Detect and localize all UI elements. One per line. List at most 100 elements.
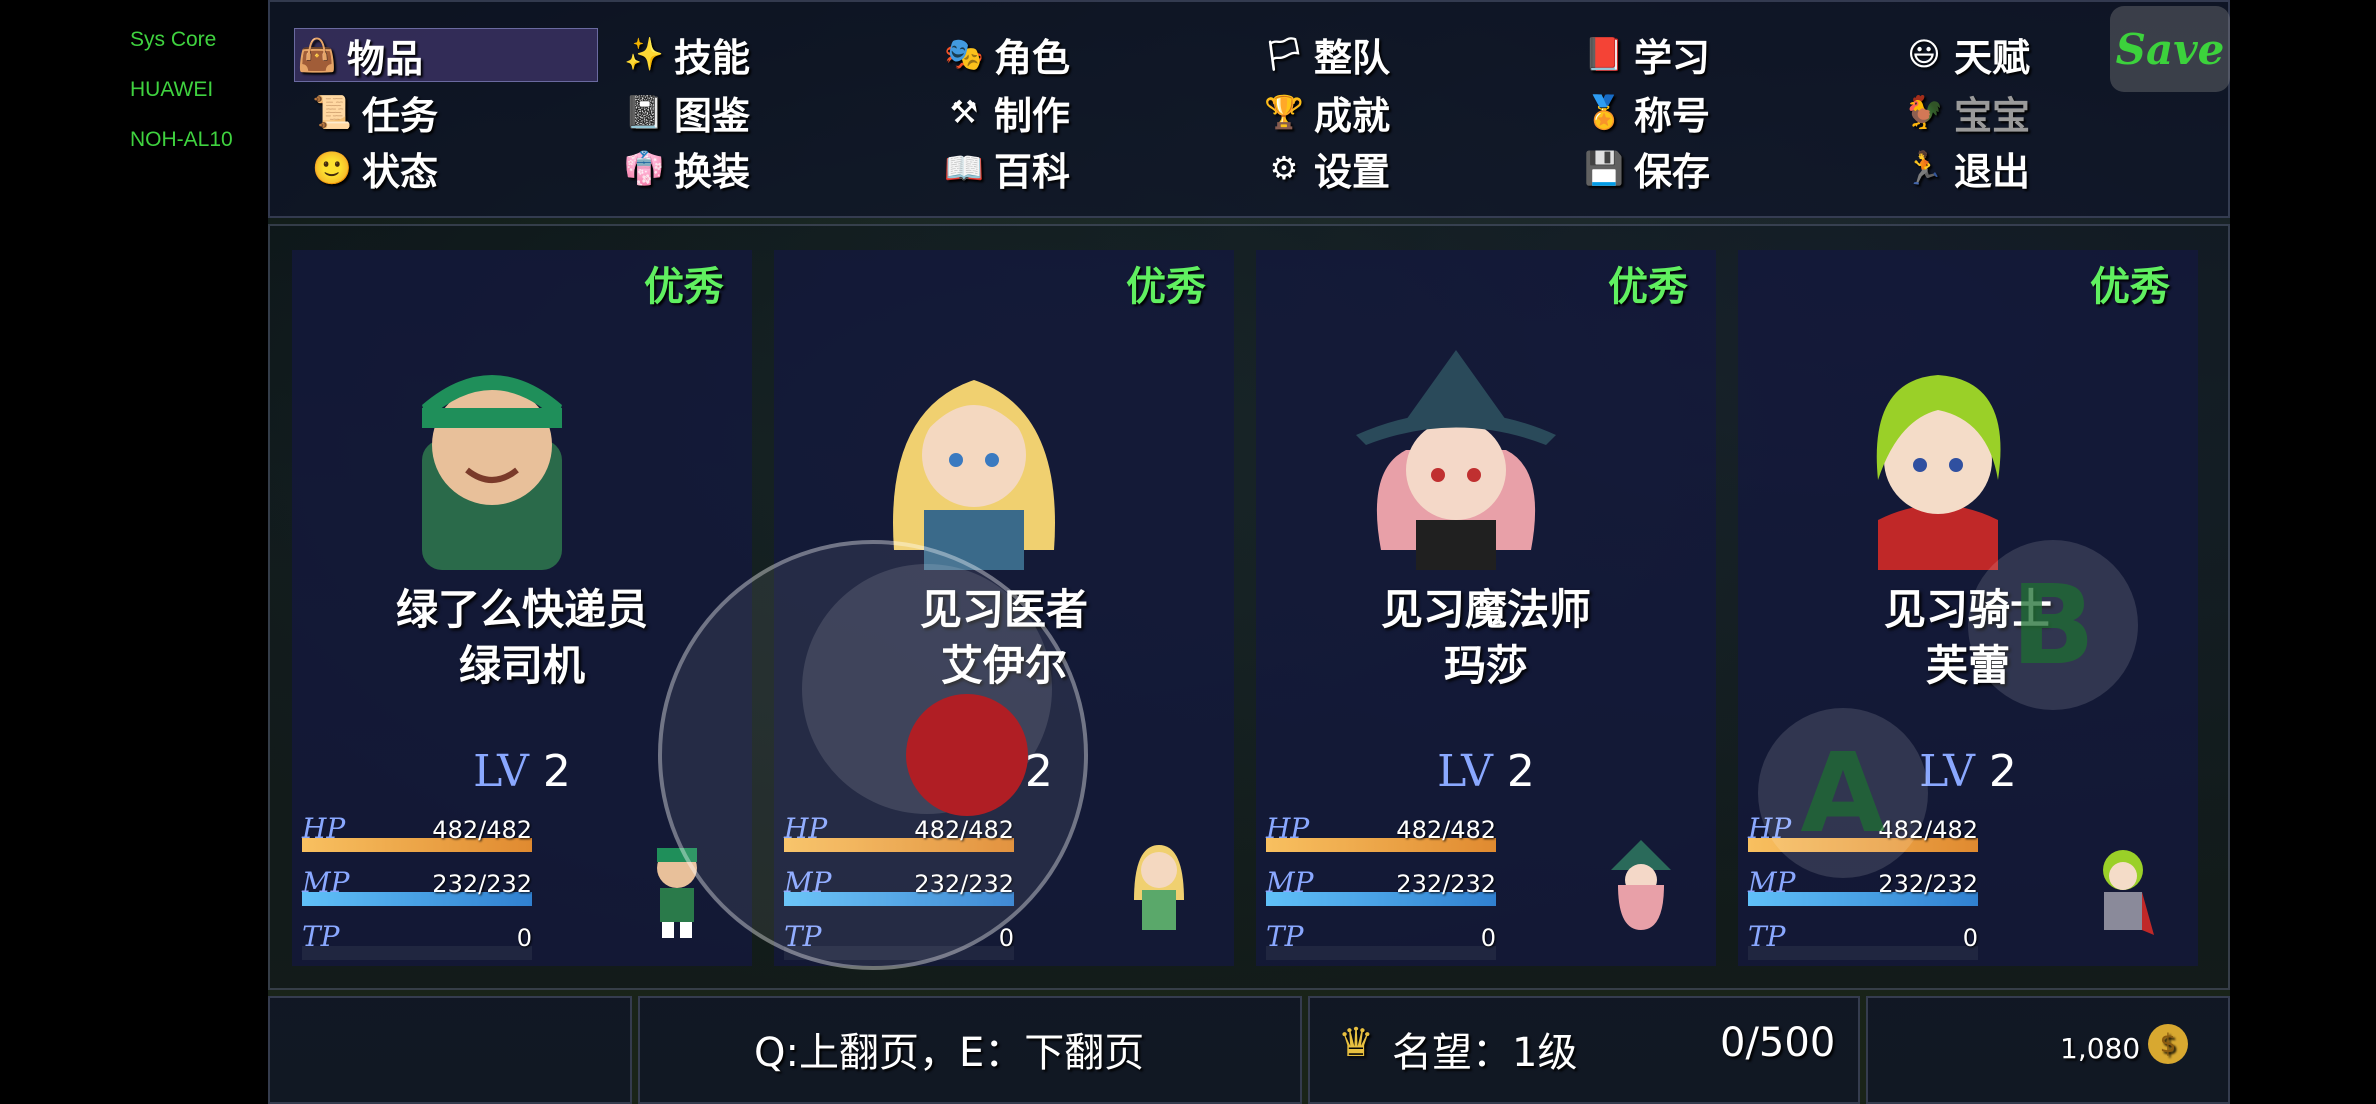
quality-badge: 优秀 (2090, 264, 2170, 310)
device-model-label: NOH-AL10 (130, 128, 233, 151)
exit-icon: 🏃 (1904, 149, 1944, 187)
encyclopedia-icon: 📖 (944, 149, 984, 187)
menu-item-items[interactable]: 👜 物品 (294, 28, 598, 82)
menu-item-exit[interactable]: 🏃 退出 (1902, 142, 2030, 194)
menu-item-talent[interactable]: 😃 天赋 (1902, 28, 2030, 80)
level-label: LV (1437, 746, 1493, 797)
menu-item-label: 技能 (674, 35, 751, 80)
tp-value: 0 (516, 924, 532, 952)
menu-item-character[interactable]: 🎭 角色 (942, 28, 1070, 80)
game-screen: 👜 物品 ✨ 技能 🎭 角色 🏳 整队 📕 学习 😃 天赋 📜 任务 📓 图鉴 ⚒ 制作 🏆 成就 (268, 0, 2230, 1104)
tp-value: 0 (1480, 924, 1496, 952)
menu-item-label: 学习 (1634, 35, 1711, 80)
menu-item-pets[interactable]: 🐓 宝宝 (1902, 86, 2030, 138)
virtual-joystick[interactable] (658, 540, 1088, 970)
tp-track (302, 946, 532, 960)
quality-badge: 优秀 (644, 264, 724, 310)
menu-item-label: 任务 (362, 93, 439, 138)
menu-item-titles[interactable]: 🏅 称号 (1582, 86, 1710, 138)
level-value: 2 (1988, 746, 2017, 797)
menu-item-label: 换装 (674, 149, 751, 194)
trophy-icon: 🏆 (1264, 93, 1304, 131)
bag-icon: 👜 (297, 36, 337, 74)
hp-value: 482/482 (432, 816, 532, 844)
talent-icon: 😃 (1907, 35, 1941, 73)
reputation-progress: 0/500 (1720, 1020, 1836, 1066)
menu-item-skills[interactable]: ✨ 技能 (622, 28, 750, 80)
character-portrait (422, 375, 562, 570)
scroll-icon: 📜 (312, 93, 352, 131)
mp-value: 232/232 (1878, 870, 1978, 898)
pet-icon: 🐓 (1904, 93, 1944, 131)
tp-value: 0 (998, 924, 1014, 952)
menu-item-encyclopedia[interactable]: 📖 百科 (942, 142, 1070, 194)
outfit-icon: 👘 (624, 149, 664, 187)
footer-cell-empty (268, 996, 632, 1104)
hp-bar: HP 482/482 (302, 812, 532, 854)
character-sprite (1134, 845, 1184, 930)
tp-bar: TP 0 (302, 920, 532, 962)
menu-item-codex[interactable]: 📓 图鉴 (622, 86, 750, 138)
quick-save-button[interactable]: Save (2110, 6, 2230, 92)
anvil-icon: ⚒ (949, 93, 979, 131)
menu-item-label: 设置 (1314, 149, 1391, 194)
skill-icon: ✨ (624, 35, 664, 73)
mp-value: 232/232 (1396, 870, 1496, 898)
menu-item-study[interactable]: 📕 学习 (1582, 28, 1710, 80)
menu-item-label: 天赋 (1954, 35, 2031, 80)
hp-value: 482/482 (1396, 816, 1496, 844)
menu-item-label: 图鉴 (674, 93, 751, 138)
party-member-card[interactable]: 优秀 见习魔法师 玛莎 LV 2 HP 482/482 MP 232/232 T… (1256, 250, 1716, 966)
gear-icon: ⚙ (1269, 149, 1299, 187)
character-portrait (893, 380, 1055, 570)
menu-item-label: 状态 (362, 149, 439, 194)
character-name: 玛莎 (1443, 641, 1528, 690)
flag-icon: 🏳 (1263, 35, 1305, 73)
paging-hint: Q:上翻页，E：下翻页 (754, 1030, 1145, 1076)
menu-item-quests[interactable]: 📜 任务 (310, 86, 438, 138)
character-sprite (2103, 850, 2154, 935)
menu-item-save[interactable]: 💾 保存 (1582, 142, 1710, 194)
menu-item-label: 保存 (1634, 149, 1711, 194)
character-portrait (1876, 375, 2001, 570)
menu-item-label: 整队 (1314, 35, 1391, 80)
character-portrait (1356, 350, 1556, 570)
hp-bar: HP 482/482 (1266, 812, 1496, 854)
character-job: 绿了么快递员 (395, 585, 648, 634)
menu-item-settings[interactable]: ⚙ 设置 (1262, 142, 1390, 194)
tp-track (1266, 946, 1496, 960)
tp-track (1748, 946, 1978, 960)
level-value: 2 (1506, 746, 1535, 797)
level-value: 2 (542, 746, 571, 797)
book-icon: 📕 (1584, 35, 1624, 73)
tp-value: 0 (1962, 924, 1978, 952)
medal-icon: 🏅 (1584, 93, 1624, 131)
album-icon: 📓 (624, 93, 664, 131)
menu-item-status[interactable]: 🙂 状态 (310, 142, 438, 194)
party-member-card[interactable]: 优秀 绿了么快递员 绿司机 LV 2 HP 482/482 MP 232/232… (292, 250, 752, 966)
menu-item-achievements[interactable]: 🏆 成就 (1262, 86, 1390, 138)
menu-item-label: 称号 (1634, 93, 1711, 138)
mask-icon: 🎭 (944, 35, 984, 73)
mp-bar: MP 232/232 (302, 866, 532, 908)
gold-coin-icon: $ (2148, 1024, 2188, 1064)
gold-amount: 1,080 (2060, 1032, 2141, 1065)
main-menu-panel: 👜 物品 ✨ 技能 🎭 角色 🏳 整队 📕 学习 😃 天赋 📜 任务 📓 图鉴 ⚒ 制作 🏆 成就 (268, 0, 2230, 218)
menu-item-label: 成就 (1314, 93, 1391, 138)
menu-item-formation[interactable]: 🏳 整队 (1262, 28, 1390, 80)
action-button-a[interactable]: A (1758, 708, 1928, 878)
menu-item-label: 百科 (994, 149, 1071, 194)
tp-bar: TP 0 (1266, 920, 1496, 962)
quality-badge: 优秀 (1608, 264, 1688, 310)
action-button-b[interactable]: B (1968, 540, 2138, 710)
menu-item-crafting[interactable]: ⚒ 制作 (942, 86, 1070, 138)
status-icon: 🙂 (312, 149, 352, 187)
level-label: LV (473, 746, 529, 797)
menu-item-outfit[interactable]: 👘 换装 (622, 142, 750, 194)
menu-item-label: 物品 (347, 36, 424, 81)
menu-item-label: 角色 (994, 35, 1071, 80)
menu-item-label: 宝宝 (1954, 93, 2031, 138)
joystick-knob[interactable] (906, 694, 1028, 816)
reputation-level: 名望：1级 (1392, 1030, 1578, 1076)
menu-item-label: 退出 (1954, 149, 2031, 194)
